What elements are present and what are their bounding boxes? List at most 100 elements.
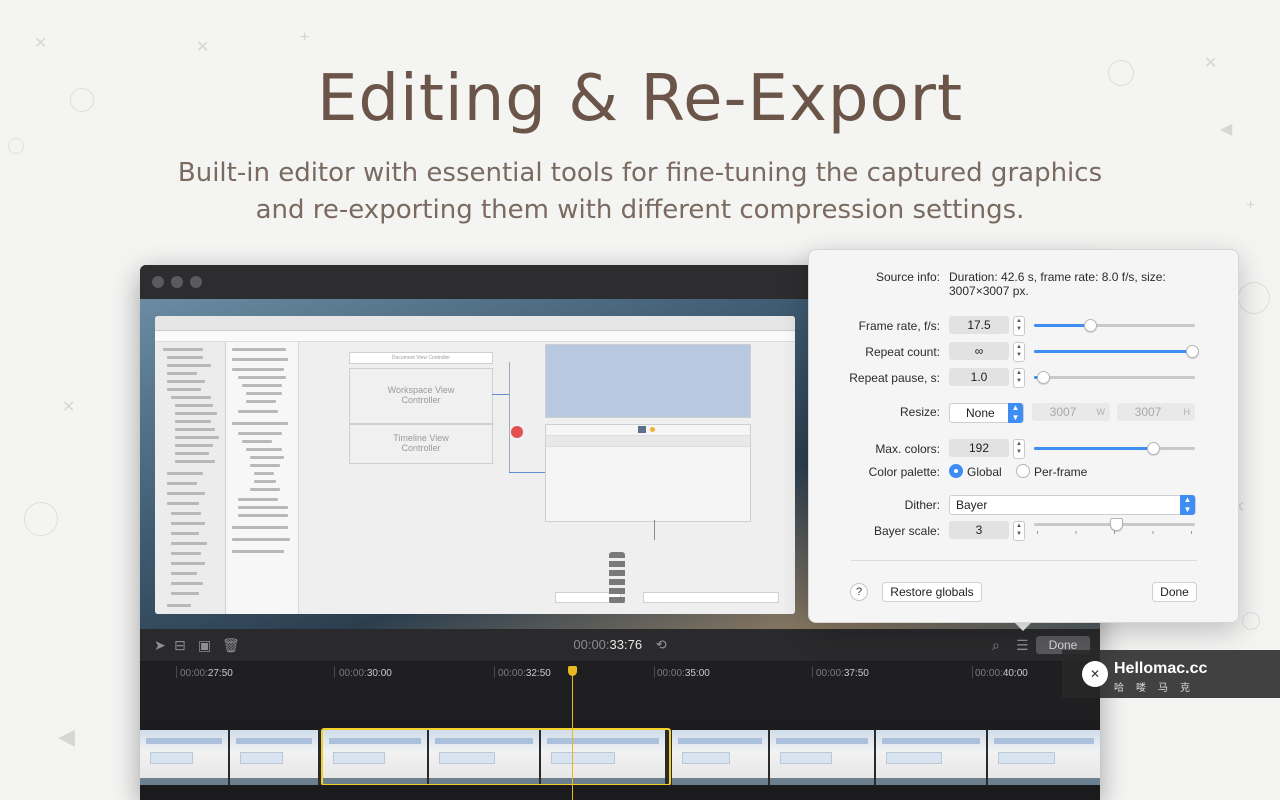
decor-cross-icon: ✕: [34, 35, 48, 52]
captured-path-bar: [155, 331, 795, 342]
palette-per-frame-radio[interactable]: [1016, 464, 1030, 478]
captured-outline: [226, 342, 299, 614]
minimize-window-button[interactable]: [171, 276, 183, 288]
frame-thumbnail[interactable]: [230, 730, 318, 785]
current-time-display: 00:00:33:76 ⟲: [540, 637, 700, 653]
repeat-count-field[interactable]: ∞: [949, 342, 1009, 360]
resize-select[interactable]: None ▲ ▼: [949, 403, 1024, 423]
workspace-scene-label: Workspace View Controller: [387, 385, 455, 405]
playhead-handle[interactable]: [568, 666, 577, 676]
tick-label: 00:00:27:50: [180, 668, 233, 679]
workspace-preview-scene: [545, 344, 751, 418]
tick-label: 00:00:35:00: [657, 668, 710, 679]
captured-screenshot: Document View Controller Workspace View …: [155, 316, 795, 614]
trim-tool-icon[interactable]: ⊟: [174, 637, 186, 653]
max-colors-slider[interactable]: [1034, 442, 1195, 455]
time-prefix: 00:00:: [573, 637, 610, 652]
width-field: 3007 W: [1032, 403, 1110, 421]
select-tool-icon[interactable]: ➤: [154, 637, 166, 653]
preference-scene: [643, 592, 779, 603]
timeline-ruler[interactable]: 00:00:27:50 00:00:30:00 00:00:32:50 00:0…: [140, 662, 1100, 720]
chevron-updown-icon: ▲ ▼: [1008, 403, 1023, 423]
bayer-scale-stepper[interactable]: ▲ ▼: [1013, 521, 1025, 541]
adjustments-icon[interactable]: ☰: [1016, 637, 1029, 653]
chevron-updown-icon: ▲ ▼: [1180, 495, 1195, 515]
editor-toolbar: ➤ ⊟ ▣ 🗑 00:00:33:76 ⟲ ⌕ ☰ Done: [140, 629, 1100, 662]
selected-range[interactable]: [321, 728, 671, 786]
frame-thumbnail[interactable]: [988, 730, 1100, 785]
tick-label: 00:00:37:50: [816, 668, 869, 679]
tick-label: 00:00:30:00: [339, 668, 392, 679]
resize-label: Resize:: [899, 405, 940, 419]
frame-thumbnail[interactable]: [770, 730, 874, 785]
dither-label: Dither:: [904, 498, 940, 512]
search-icon[interactable]: ⌕: [992, 637, 1000, 653]
timeline-preview-scene: [545, 424, 751, 522]
repeat-count-stepper[interactable]: ▲ ▼: [1013, 342, 1025, 362]
decor-plus-icon: ✕: [196, 39, 210, 56]
height-field: 3007 H: [1117, 403, 1195, 421]
restore-globals-button[interactable]: Restore globals: [882, 582, 982, 602]
hero-title: Editing & Re-Export: [316, 62, 964, 136]
decor-circle: [24, 502, 58, 536]
resize-select-value: None: [966, 406, 995, 420]
captured-navigator: [155, 342, 226, 614]
dither-select-value: Bayer: [956, 498, 988, 512]
decor-cross-icon: ✕: [62, 399, 76, 416]
watermark-subtitle: 哈喽马克: [1114, 683, 1202, 694]
document-controller-label: Document View Controller: [392, 355, 450, 361]
frame-thumbnail[interactable]: [876, 730, 986, 785]
repeat-pause-slider[interactable]: [1034, 371, 1195, 384]
popover-done-button[interactable]: Done: [1152, 582, 1197, 602]
frame-thumbnail[interactable]: [140, 730, 228, 785]
repeat-pause-field[interactable]: 1.0: [949, 368, 1009, 386]
frame-rate-label: Frame rate, f/s:: [858, 319, 940, 333]
decor-circle: [1238, 282, 1270, 314]
dither-select[interactable]: Bayer ▲ ▼: [949, 495, 1196, 515]
frame-tool-icon[interactable]: ▣: [198, 637, 211, 653]
repeat-count-label: Repeat count:: [865, 345, 940, 359]
decor-plus-icon: +: [300, 29, 310, 46]
timeline-footer: [140, 785, 1100, 800]
max-colors-stepper[interactable]: ▲ ▼: [1013, 439, 1025, 459]
playhead[interactable]: [572, 668, 573, 800]
max-colors-field[interactable]: 192: [949, 439, 1009, 457]
hero-subtitle-line-1: Built-in editor with essential tools for…: [177, 158, 1103, 188]
palette-per-frame-label: Per-frame: [1034, 465, 1088, 479]
bayer-scale-label: Bayer scale:: [873, 524, 940, 538]
max-colors-label: Max. colors:: [875, 442, 940, 456]
frame-rate-slider[interactable]: [1034, 319, 1195, 332]
height-unit: H: [1183, 407, 1191, 417]
zoom-window-button[interactable]: [190, 276, 202, 288]
frame-rate-stepper[interactable]: ▲ ▼: [1013, 316, 1025, 336]
tick-label: 00:00:32:50: [498, 668, 551, 679]
bayer-scale-field[interactable]: 3: [949, 521, 1009, 539]
storyboard-canvas: Document View Controller Workspace View …: [299, 342, 795, 614]
timeline-scene: Timeline View Controller: [349, 424, 493, 464]
watermark-brand: Hellomac.cc: [1114, 660, 1208, 677]
help-button[interactable]: ?: [850, 583, 868, 601]
segue-list: [609, 552, 625, 604]
close-window-button[interactable]: [152, 276, 164, 288]
hero-subtitle-line-2: and re-exporting them with different com…: [255, 195, 1025, 225]
loop-icon[interactable]: ⟲: [656, 637, 667, 652]
timeline-scene-label: Timeline View Controller: [393, 433, 449, 453]
bayer-scale-slider[interactable]: [1034, 518, 1195, 534]
frame-rate-field[interactable]: 17.5: [949, 316, 1009, 334]
workspace-scene: Workspace View Controller: [349, 368, 493, 424]
apple-logo-icon: ✕: [1082, 661, 1108, 687]
palette-global-label: Global: [967, 465, 1002, 479]
repeat-pause-label: Repeat pause, s:: [849, 371, 940, 385]
decor-circle: [8, 138, 24, 154]
popover-divider: [851, 560, 1197, 561]
decor-triangle-icon: ◀: [58, 724, 75, 749]
palette-global-radio[interactable]: [949, 464, 963, 478]
color-palette-label: Color palette:: [868, 465, 940, 479]
export-settings-popover: Source info: Duration: 42.6 s, frame rat…: [808, 249, 1239, 623]
trash-icon[interactable]: 🗑: [222, 637, 240, 653]
width-unit: W: [1096, 407, 1106, 417]
frame-thumbnail[interactable]: [672, 730, 768, 785]
repeat-count-slider[interactable]: [1034, 345, 1199, 358]
repeat-pause-stepper[interactable]: ▲ ▼: [1013, 368, 1025, 388]
source-info-label: Source info:: [875, 270, 940, 284]
